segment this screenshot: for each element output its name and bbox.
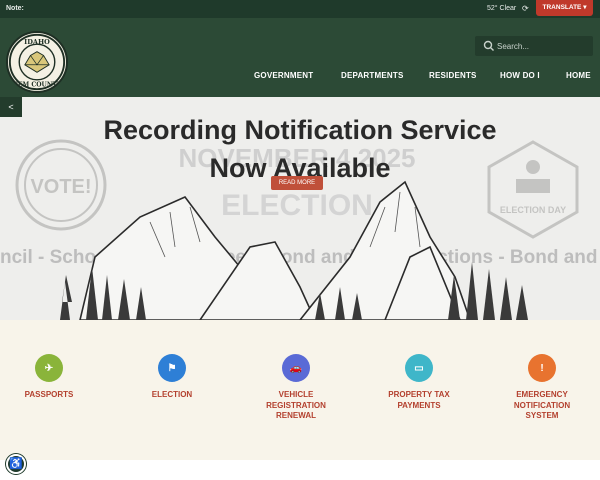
flag-icon: ⚑ (158, 354, 186, 382)
county-seal-logo[interactable]: IDAHO GEM COUNTY (6, 31, 68, 93)
car-icon: 🚗 (282, 354, 310, 382)
nav-residents[interactable]: RESIDENTS (429, 71, 477, 80)
accessibility-icon[interactable]: ♿ (6, 454, 26, 474)
read-more-button[interactable]: READ MORE (271, 176, 323, 190)
search-icon (483, 40, 494, 51)
nav-how-do-i[interactable]: HOW DO I (500, 71, 540, 80)
airplane-icon: ✈ (35, 354, 63, 382)
quick-link-label: EMERGENCY NOTIFICATION SYSTEM (513, 390, 571, 420)
nav-government[interactable]: GOVERNMENT (254, 71, 313, 80)
quick-link-label: ELECTION (151, 390, 193, 399)
quick-links-section: ✈ PASSPORTS ⚑ ELECTION 🚗 VEHICLE REGISTR… (0, 320, 600, 460)
quick-link-label: VEHICLE REGISTRATION RENEWAL (266, 390, 326, 420)
logo-text-bottom: GEM COUNTY (13, 81, 62, 88)
quick-link-emergency-notification[interactable]: ! EMERGENCY NOTIFICATION SYSTEM (497, 354, 587, 422)
refresh-icon[interactable]: ⟳ (522, 4, 529, 13)
nav-departments[interactable]: DEPARTMENTS (341, 71, 404, 80)
utility-bar: Note: 52° Clear ⟳ TRANSLATE ▾ (0, 0, 600, 18)
quick-link-label: PASSPORTS (24, 390, 74, 399)
bg-election-text: ELECTION (221, 189, 373, 222)
quick-link-label: PROPERTY TAX PAYMENTS (388, 390, 450, 410)
quick-link-passports[interactable]: ✈ PASSPORTS (4, 354, 94, 401)
note-label: Note: (6, 5, 24, 12)
bg-ticker-text: ncil - School Board Trustee... Bond and … (0, 247, 600, 268)
share-icon[interactable]: < (0, 97, 22, 117)
quick-link-election[interactable]: ⚑ ELECTION (127, 354, 217, 401)
search-placeholder: Search... (497, 42, 530, 51)
quick-link-property-tax[interactable]: ▭ PROPERTY TAX PAYMENTS (374, 354, 464, 411)
site-header: IDAHO GEM COUNTY Search... GOVERNMENT DE… (0, 18, 600, 97)
hero-title-line1: Recording Notification Service (103, 115, 497, 145)
search-input[interactable]: Search... (475, 36, 593, 56)
bg-election-day-text: ELECTION DAY (500, 205, 566, 215)
weather-readout: 52° Clear (487, 5, 517, 12)
translate-button[interactable]: TRANSLATE ▾ (536, 0, 593, 16)
alert-icon: ! (528, 354, 556, 382)
credit-card-icon: ▭ (405, 354, 433, 382)
quick-link-vehicle-registration[interactable]: 🚗 VEHICLE REGISTRATION RENEWAL (251, 354, 341, 422)
hero-banner: NOVEMBER 4 2025 ELECTION ncil - School B… (0, 97, 600, 320)
logo-text-top: IDAHO (24, 38, 50, 46)
nav-home[interactable]: HOME (566, 71, 591, 80)
